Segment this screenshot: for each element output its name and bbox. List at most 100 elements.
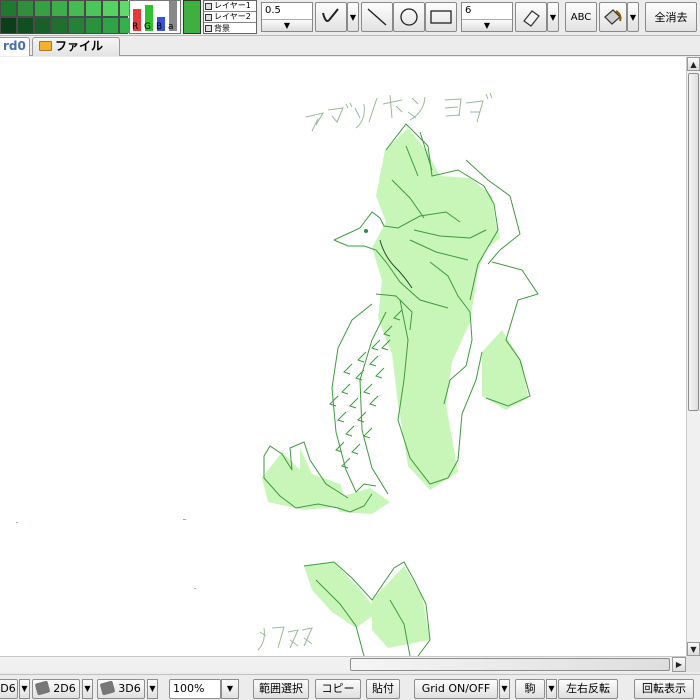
chevron-down-icon: ▼ <box>548 684 555 693</box>
piece-button[interactable]: 駒 <box>515 679 545 699</box>
drawing-canvas[interactable] <box>0 57 686 656</box>
palette-swatch[interactable] <box>1 1 16 16</box>
eraser-options-dropdown[interactable]: ▼ <box>547 2 559 32</box>
creature-fill <box>262 128 528 648</box>
green-label: G <box>144 22 151 32</box>
palette-swatch[interactable] <box>52 1 67 16</box>
paste-button[interactable]: 貼付 <box>366 679 400 699</box>
pen-tool-button[interactable] <box>315 2 347 32</box>
3d6-dropdown[interactable]: ▼ <box>147 679 158 699</box>
palette-swatch[interactable] <box>69 1 84 16</box>
grid-dropdown[interactable]: ▼ <box>499 679 510 699</box>
eraser-icon <box>523 10 540 27</box>
color-palette[interactable] <box>0 0 135 34</box>
scroll-down-button[interactable]: ▼ <box>687 642 700 656</box>
layer-item[interactable]: レイヤー1 <box>204 1 256 12</box>
ellipse-tool-button[interactable] <box>393 2 425 32</box>
pen-size-select[interactable]: 0.5 ▼ <box>261 2 313 32</box>
tab-file[interactable]: ファイル <box>32 37 120 56</box>
creature-eye <box>364 229 368 233</box>
1d6-dropdown[interactable]: ▼ <box>19 679 30 699</box>
palette-swatch[interactable] <box>86 1 101 16</box>
layer-item[interactable]: レイヤー2 <box>204 12 256 23</box>
pen-options-dropdown[interactable]: ▼ <box>347 2 359 32</box>
rgb-sliders[interactable]: R G B a <box>129 0 181 34</box>
fill-options-dropdown[interactable]: ▼ <box>627 2 639 32</box>
visibility-icon[interactable] <box>205 13 212 21</box>
horizontal-scroll-thumb[interactable] <box>350 658 670 671</box>
scroll-corner <box>686 656 700 672</box>
line-icon <box>367 8 387 26</box>
2d6-dropdown[interactable]: ▼ <box>82 679 93 699</box>
chevron-right-icon: ▶ <box>675 660 683 669</box>
palette-swatch[interactable] <box>103 18 118 33</box>
chevron-down-icon: ▼ <box>226 684 234 693</box>
vertical-scrollbar[interactable]: ▲ ▼ <box>686 57 700 656</box>
blue-label: B <box>156 22 163 32</box>
roll-2d6-button[interactable]: 2D6 <box>32 679 80 699</box>
palette-swatch[interactable] <box>69 18 84 33</box>
palette-swatch[interactable] <box>18 1 33 16</box>
chevron-down-icon: ▼ <box>21 684 28 693</box>
vertical-scroll-thumb[interactable] <box>688 73 699 411</box>
dice-icon <box>34 680 51 696</box>
layer-item[interactable]: 背景 <box>204 23 256 34</box>
eraser-tool-button[interactable] <box>515 2 547 32</box>
clear-all-button[interactable]: 全消去 <box>645 2 697 32</box>
layer-label: 背景 <box>214 23 230 33</box>
chevron-down-icon: ▼ <box>149 684 156 693</box>
bottom-toolbar: D6 ▼ 2D6 ▼ 3D6 ▼ 100% ▼ 範囲選択 コピー 貼付 Grid… <box>0 674 700 700</box>
alpha-label: a <box>168 22 174 32</box>
chevron-down-icon: ▼ <box>84 684 91 693</box>
roll-3d6-button[interactable]: 3D6 <box>97 679 145 699</box>
layer-list[interactable]: レイヤー1 レイヤー2 背景 <box>203 0 257 34</box>
paint-bucket-icon <box>604 9 622 25</box>
tab-bar: rd0 ファイル <box>0 36 700 56</box>
pen-size-value: 0.5 <box>265 5 281 16</box>
flip-horizontal-button[interactable]: 左右反転 <box>558 679 618 699</box>
palette-swatch[interactable] <box>86 18 101 33</box>
scroll-right-button[interactable]: ▶ <box>672 657 686 672</box>
chevron-down-icon[interactable]: ▼ <box>262 19 312 31</box>
red-label: R <box>132 22 139 32</box>
palette-swatch[interactable] <box>52 18 67 33</box>
layer-label: レイヤー1 <box>214 1 251 10</box>
rectangle-tool-button[interactable] <box>425 2 457 32</box>
rotate-display-button[interactable]: 回転表示 <box>634 679 694 699</box>
scroll-up-button[interactable]: ▲ <box>687 57 700 71</box>
pen-icon <box>322 8 339 22</box>
brush-size-value: 6 <box>465 5 472 16</box>
visibility-icon[interactable] <box>205 2 212 10</box>
chevron-down-icon: ▼ <box>549 12 557 22</box>
handwritten-label-2 <box>257 626 313 651</box>
grid-toggle-button[interactable]: Grid ON/OFF <box>414 679 498 699</box>
palette-swatch[interactable] <box>103 1 118 16</box>
circle-icon <box>400 8 418 26</box>
roll-1d6-button[interactable]: D6 <box>0 679 18 699</box>
copy-button[interactable]: コピー <box>315 679 361 699</box>
horizontal-scrollbar[interactable]: ▶ <box>0 656 686 672</box>
palette-swatch[interactable] <box>18 18 33 33</box>
button-label: 3D6 <box>118 682 141 695</box>
piece-dropdown[interactable]: ▼ <box>546 679 557 699</box>
palette-swatch[interactable] <box>1 18 16 33</box>
tab-board[interactable]: rd0 <box>0 37 30 56</box>
current-color-swatch[interactable] <box>183 0 201 34</box>
toolbar: R G B a レイヤー1 レイヤー2 背景 0.5 ▼ ▼ 6 ▼ ▼ ABC… <box>0 0 700 36</box>
range-select-button[interactable]: 範囲選択 <box>253 679 309 699</box>
handwritten-title <box>305 92 493 132</box>
drawing <box>16 92 539 656</box>
palette-swatch[interactable] <box>35 18 50 33</box>
zoom-dropdown[interactable]: ▼ <box>221 679 239 699</box>
layer-label: レイヤー2 <box>214 12 251 21</box>
zoom-select[interactable]: 100% <box>169 679 221 699</box>
button-label: 2D6 <box>53 682 76 695</box>
visibility-icon[interactable] <box>205 25 212 32</box>
fill-tool-button[interactable] <box>599 2 627 32</box>
chevron-down-icon[interactable]: ▼ <box>462 19 512 31</box>
line-tool-button[interactable] <box>361 2 393 32</box>
palette-swatch[interactable] <box>35 1 50 16</box>
brush-size-select[interactable]: 6 ▼ <box>461 2 513 32</box>
text-tool-button[interactable]: ABC <box>565 2 597 32</box>
folder-icon <box>39 41 52 51</box>
